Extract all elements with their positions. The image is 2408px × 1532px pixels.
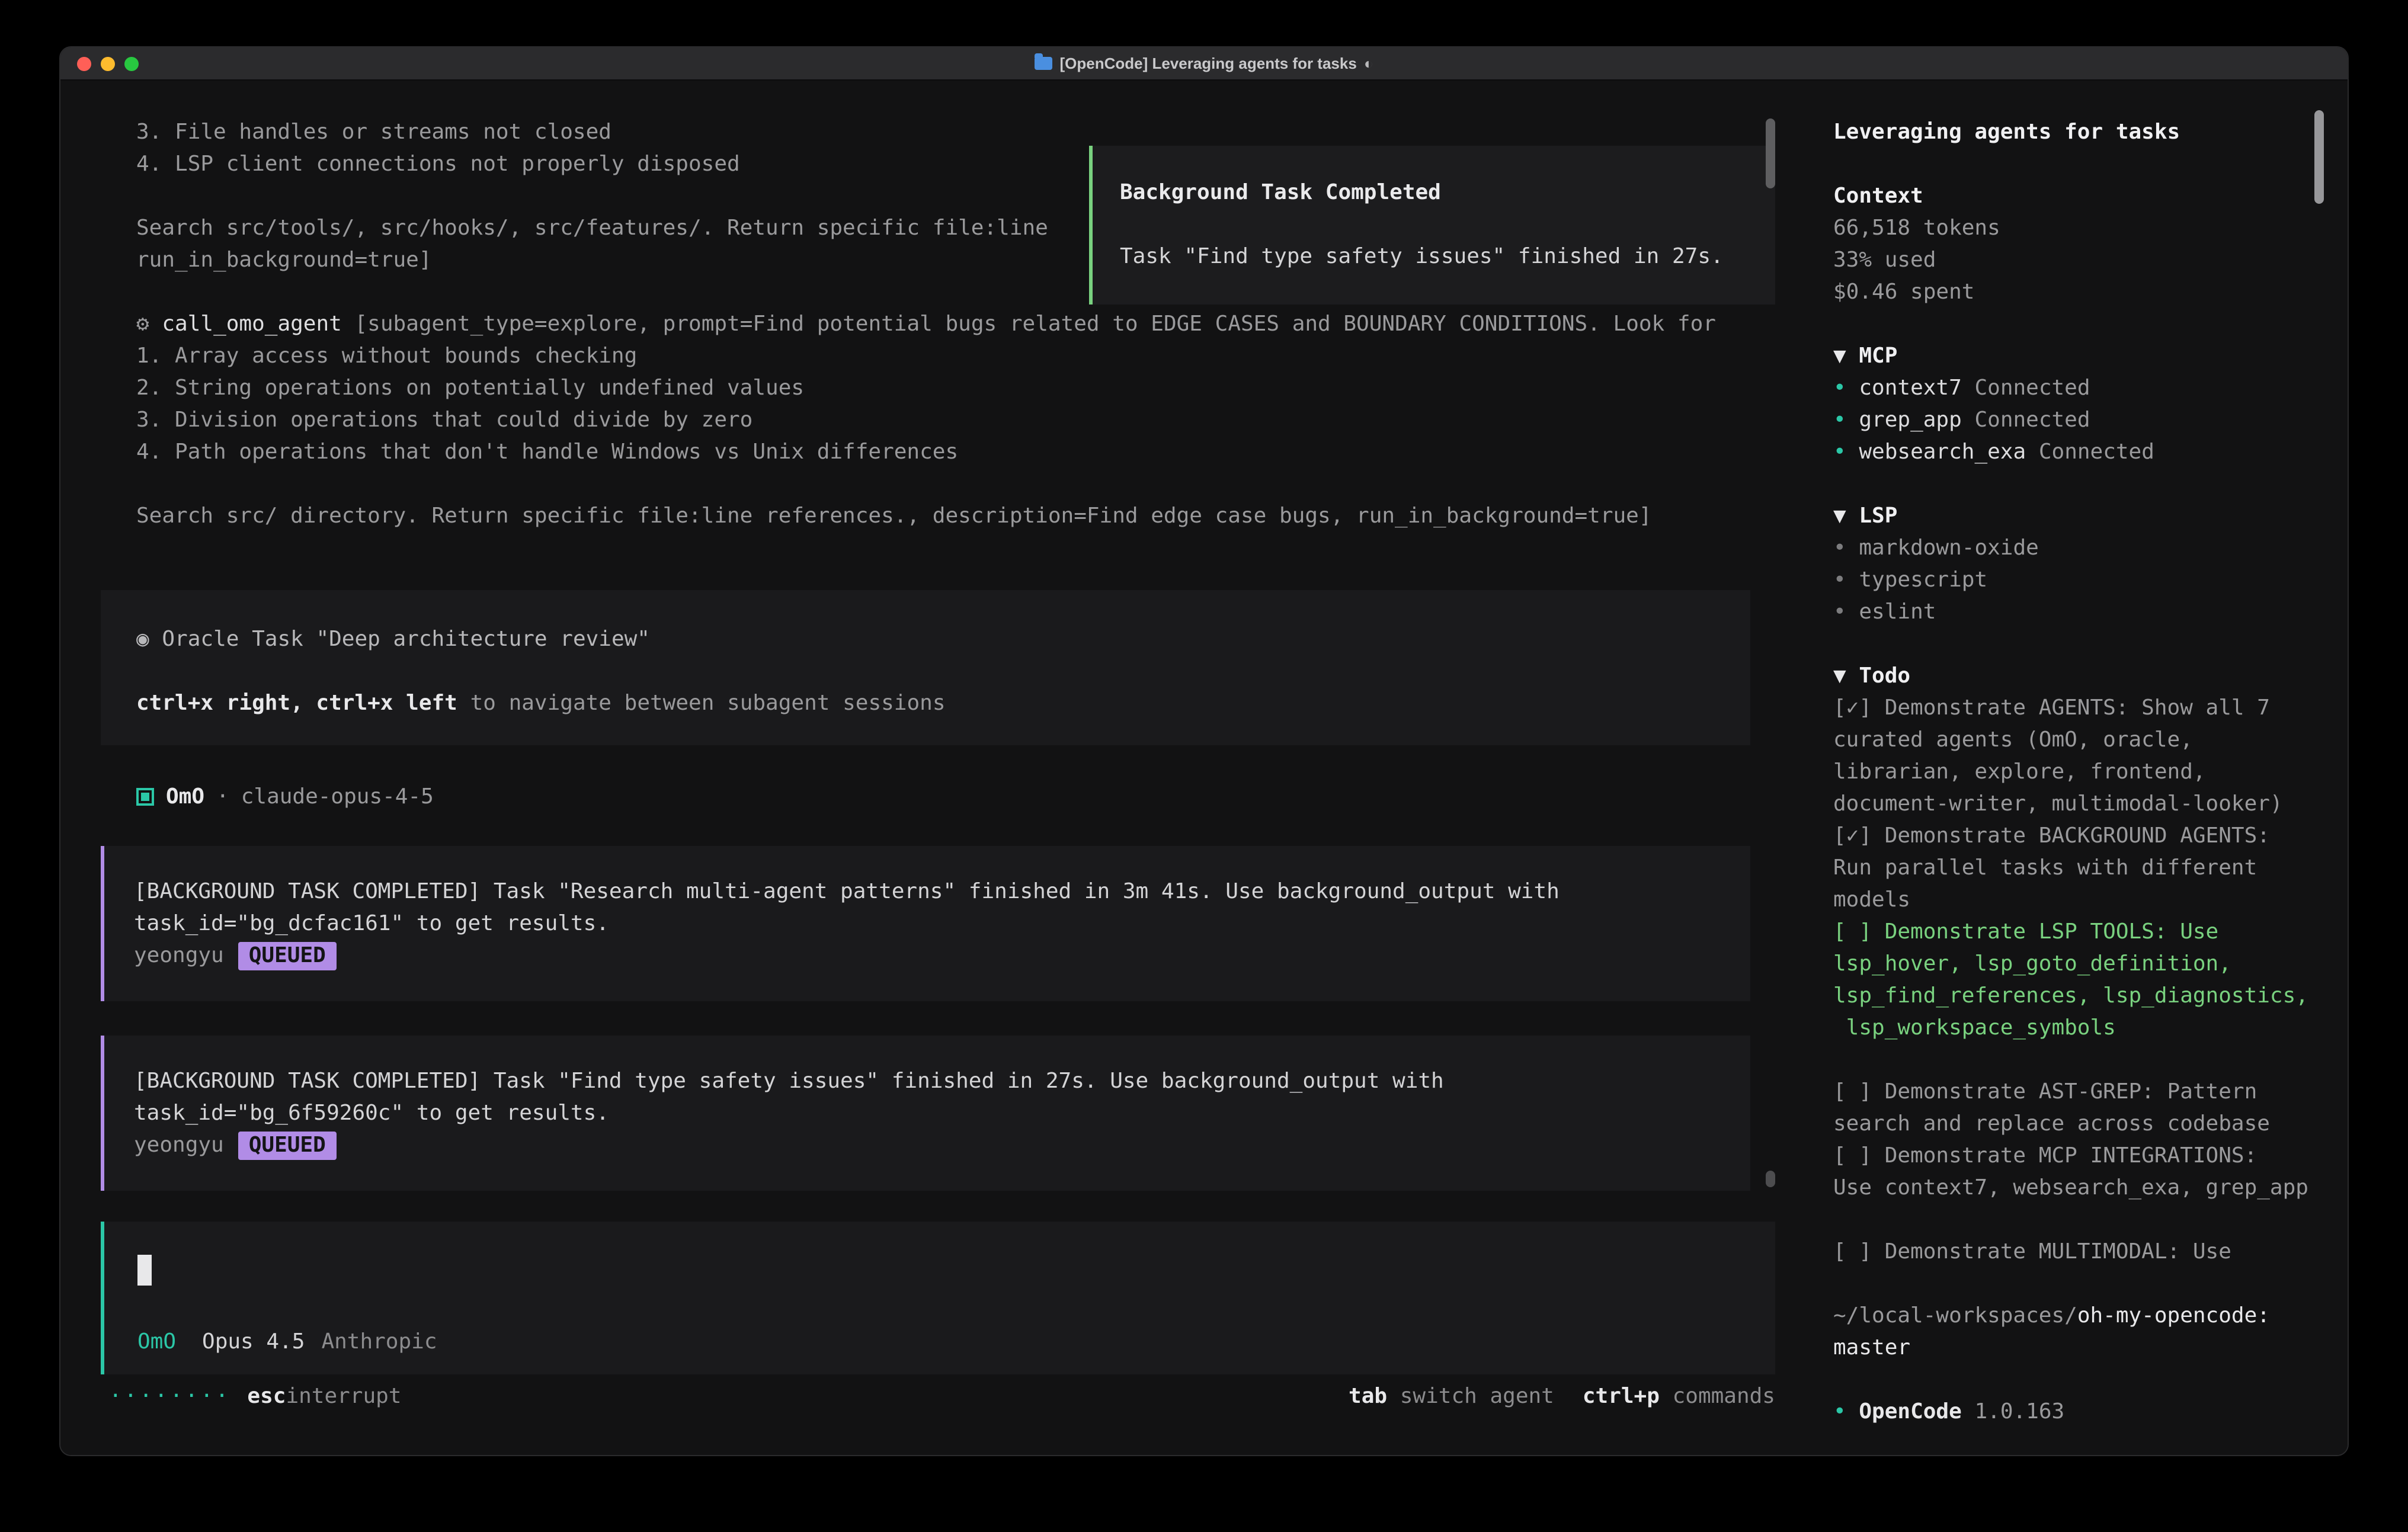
chevron-down-icon: ▼ — [1833, 344, 1846, 368]
context-spent: $0.46 spent — [1833, 276, 2324, 308]
terminal-line: Search src/ directory. Return specific f… — [136, 500, 1785, 532]
todo-item: [✓] Demonstrate BACKGROUND AGENTS: Run p… — [1833, 820, 2324, 916]
chevron-down-icon: ▼ — [1833, 664, 1846, 688]
terminal-line: 3. Division operations that could divide… — [136, 404, 1785, 436]
lsp-section-heading[interactable]: ▼ LSP — [1833, 500, 2324, 532]
bullet-icon: • — [1833, 568, 1846, 592]
todo-item: [ ] Demonstrate MCP INTEGRATIONS: Use co… — [1833, 1140, 2324, 1204]
tool-args: [subagent_type=explore, prompt=Find pote… — [355, 312, 1716, 336]
status-badge: QUEUED — [238, 941, 337, 970]
bullet-icon: • — [1833, 440, 1846, 464]
message-text: task_id="bg_dcfac161" to get results. — [134, 908, 1727, 940]
terminal-line — [136, 468, 1785, 500]
input-model-name: Opus 4.5 — [202, 1326, 305, 1358]
bullet-icon: • — [1833, 600, 1846, 624]
prompt-input[interactable]: OmO Opus 4.5 Anthropic — [101, 1222, 1775, 1374]
traffic-lights — [77, 47, 139, 79]
agent-name: OmO — [166, 781, 204, 813]
ctrlp-key-label: commands — [1673, 1384, 1775, 1409]
session-indicator-icon: ◐ — [1364, 47, 1373, 79]
todo-section-heading[interactable]: ▼ Todo — [1833, 660, 2324, 692]
titlebar: [OpenCode] Leveraging agents for tasks ◐ — [60, 47, 2348, 81]
bullet-icon: • — [1833, 1399, 1846, 1424]
desktop: [OpenCode] Leveraging agents for tasks ◐… — [0, 0, 2408, 1532]
mcp-item: • grep_app Connected — [1833, 404, 2324, 436]
todo-item: [ ] Demonstrate AST-GREP: Pattern search… — [1833, 1076, 2324, 1140]
workspace-branch: master — [1833, 1332, 2324, 1364]
todo-item: [ ] Demonstrate MULTIMODAL: Use — [1833, 1236, 2324, 1268]
esc-key-label: interrupt — [286, 1380, 401, 1412]
mcp-section-heading[interactable]: ▼ MCP — [1833, 340, 2324, 372]
terminal-line: 1. Array access without bounds checking — [136, 340, 1785, 372]
folder-icon — [1035, 57, 1052, 70]
navigation-hint: ctrl+x right, ctrl+x left to navigate be… — [136, 687, 1750, 719]
bullet-icon: • — [1833, 536, 1846, 560]
record-icon: ◉ — [136, 627, 149, 652]
sidebar: Leveraging agents for tasks Context 66,5… — [1785, 81, 2348, 1456]
tool-name: call_omo_agent — [162, 312, 341, 336]
terminal-line: 3. File handles or streams not closed — [136, 116, 1785, 148]
main-scrollbar-thumb[interactable] — [1766, 118, 1775, 188]
app-version: • OpenCode 1.0.163 — [1833, 1396, 2324, 1428]
hint-text: to navigate between subagent sessions — [470, 691, 946, 716]
terminal-line: 4. Path operations that don't handle Win… — [136, 436, 1785, 468]
text-cursor — [137, 1255, 152, 1286]
hint-keys: ctrl+x right, ctrl+x left — [136, 691, 457, 716]
mcp-item: • context7 Connected — [1833, 372, 2324, 404]
tool-call-line: ⚙ call_omo_agent [subagent_type=explore,… — [136, 308, 1785, 340]
session-title: Leveraging agents for tasks — [1833, 116, 2324, 148]
lsp-item: • typescript — [1833, 564, 2324, 596]
terminal-main: 3. File handles or streams not closed 4.… — [60, 81, 1785, 1456]
model-selector-row: OmO Opus 4.5 Anthropic — [137, 1326, 1775, 1358]
separator-dot: · — [216, 781, 229, 813]
window-title-group: [OpenCode] Leveraging agents for tasks ◐ — [1035, 47, 1373, 79]
context-used: 33% used — [1833, 244, 2324, 276]
lsp-item: • markdown-oxide — [1833, 532, 2324, 564]
background-task-message: [BACKGROUND TASK COMPLETED] Task "Find t… — [101, 1036, 1750, 1191]
oracle-task-panel: ◉ Oracle Task "Deep architecture review"… — [101, 590, 1750, 745]
tab-key-label: switch agent — [1400, 1384, 1554, 1409]
agent-model: claude-opus-4-5 — [241, 781, 434, 813]
zoom-button[interactable] — [124, 56, 139, 70]
agent-icon — [136, 788, 154, 806]
terminal-line: 2. String operations on potentially unde… — [136, 372, 1785, 404]
app-window: [OpenCode] Leveraging agents for tasks ◐… — [59, 46, 2349, 1456]
workspace-path: ~/local-workspaces/oh-my-opencode: — [1833, 1300, 2324, 1332]
notification-title: Background Task Completed — [1120, 177, 1759, 209]
notification-body: Task "Find type safety issues" finished … — [1120, 241, 1759, 273]
context-tokens: 66,518 tokens — [1833, 212, 2324, 244]
todo-item-active: [ ] Demonstrate LSP TOOLS: Use lsp_hover… — [1833, 916, 2324, 1044]
input-agent-name: OmO — [137, 1326, 176, 1358]
lsp-item: • eslint — [1833, 596, 2324, 628]
gear-icon: ⚙ — [136, 312, 149, 336]
close-button[interactable] — [77, 56, 91, 70]
chevron-down-icon: ▼ — [1833, 504, 1846, 528]
window-title: [OpenCode] Leveraging agents for tasks — [1059, 47, 1356, 79]
sidebar-scrollbar-thumb[interactable] — [2314, 110, 2324, 204]
esc-key-hint: esc — [247, 1380, 286, 1412]
message-text: task_id="bg_6f59260c" to get results. — [134, 1097, 1727, 1129]
main-scrollbar-thumb-lower[interactable] — [1766, 1171, 1775, 1187]
message-text: [BACKGROUND TASK COMPLETED] Task "Resear… — [134, 876, 1727, 908]
message-user: yeongyu — [134, 940, 224, 972]
input-model-provider: Anthropic — [321, 1326, 437, 1358]
todo-item: [✓] Demonstrate AGENTS: Show all 7 curat… — [1833, 692, 2324, 820]
context-heading: Context — [1833, 180, 2324, 212]
bullet-icon: • — [1833, 376, 1846, 400]
status-bar: ········ esc interrupt tab switch agent … — [60, 1380, 1785, 1412]
status-badge: QUEUED — [238, 1131, 337, 1159]
tab-key-hint: tab — [1349, 1384, 1387, 1409]
ctrlp-key-hint: ctrl+p — [1583, 1384, 1660, 1409]
bullet-icon: • — [1833, 408, 1846, 432]
oracle-task-title: ◉ Oracle Task "Deep architecture review" — [136, 623, 1750, 655]
toast-notification: Background Task Completed Task "Find typ… — [1089, 146, 1775, 305]
minimize-button[interactable] — [101, 56, 115, 70]
background-task-message: [BACKGROUND TASK COMPLETED] Task "Resear… — [101, 846, 1750, 1001]
message-text: [BACKGROUND TASK COMPLETED] Task "Find t… — [134, 1065, 1727, 1097]
agent-header: OmO · claude-opus-4-5 — [136, 781, 1785, 813]
spinner-dots-icon: ········ — [109, 1380, 230, 1412]
mcp-item: • websearch_exa Connected — [1833, 436, 2324, 468]
message-user: yeongyu — [134, 1129, 224, 1161]
